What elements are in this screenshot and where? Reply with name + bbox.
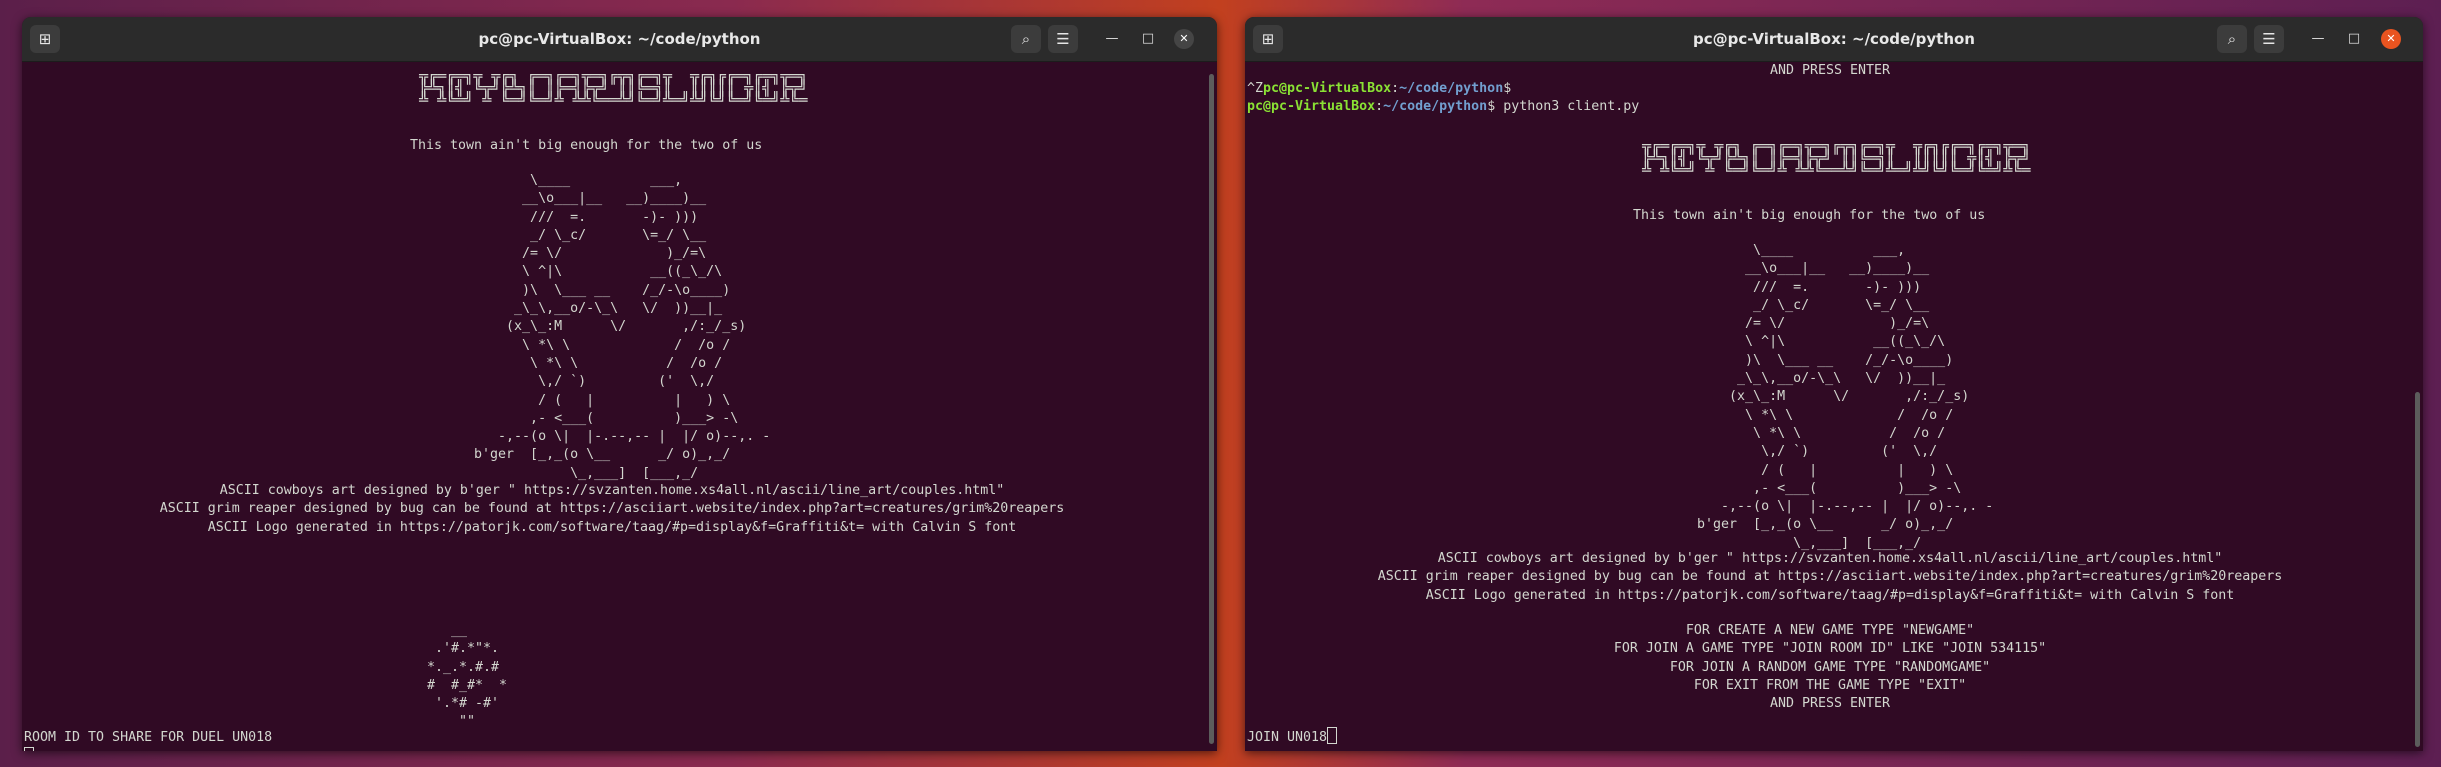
ascii-dust-art: __ .'#.*"*. *._.*.#.# # #_#* * '.*# -#' … [427,623,508,730]
prompt-line-1: ^Zpc@pc-VirtualBox:~/code/python$ [1247,81,1520,96]
credit-reaper: ASCII grim reaper designed by bug can be… [159,501,1065,517]
credit-logo: ASCII Logo generated in https://patorjk.… [207,519,1017,535]
terminal-output[interactable]: ╦╔═╔═╗╦ ╦╔╗ ╔═╗╔═╗╦═╗╔╦╗╔═╗╦ ╦╔╗╔╔═╗╔═╗╦… [22,62,1217,751]
minimize-icon[interactable]: — [1102,29,1122,49]
hamburger-menu-icon[interactable]: ☰ [2254,25,2284,53]
close-icon[interactable]: ✕ [1174,29,1194,49]
menu-exit: FOR EXIT FROM THE GAME TYPE "EXIT" [1693,677,1967,693]
ascii-logo: ╦╔═╔═╗╦ ╦╔╗ ╔═╗╔═╗╦═╗╔╦╗╔═╗╦ ╦╔╗╔╔═╗╔═╗╦… [419,67,808,109]
tagline: This town ain't big enough for the two o… [1633,208,1986,223]
prompt-prefix: ^Z [1247,81,1264,96]
terminal-window-right[interactable]: ⊞ pc@pc-VirtualBox: ~/code/python ⌕ ☰ — … [1245,17,2423,751]
top-line: AND PRESS ENTER [1769,63,1891,78]
search-icon[interactable]: ⌕ [1011,25,1041,53]
tagline: This town ain't big enough for the two o… [410,138,763,153]
maximize-icon[interactable]: □ [1138,29,1158,49]
menu-random: FOR JOIN A RANDOM GAME TYPE "RANDOMGAME" [1669,659,1991,675]
close-icon[interactable]: ✕ [2381,29,2401,49]
search-icon[interactable]: ⌕ [2217,25,2247,53]
terminal-cursor [24,747,34,751]
titlebar[interactable]: ⊞ pc@pc-VirtualBox: ~/code/python ⌕ ☰ — … [1245,17,2423,62]
credit-logo: ASCII Logo generated in https://patorjk.… [1425,587,2235,603]
scrollbar[interactable] [1209,74,1214,744]
titlebar[interactable]: ⊞ pc@pc-VirtualBox: ~/code/python ⌕ ☰ — … [22,17,1217,62]
prompt-user: pc@pc-VirtualBox [1247,99,1376,114]
input-line[interactable]: JOIN UN018 [1247,727,1338,745]
terminal-window-left[interactable]: ⊞ pc@pc-VirtualBox: ~/code/python ⌕ ☰ — … [22,17,1217,751]
ascii-cowboys-art: \____ ___, __\o___|__ __)____)__ /// =. … [474,173,771,481]
input-text[interactable]: JOIN UN018 [1247,730,1327,745]
terminal-output[interactable]: AND PRESS ENTER ^Zpc@pc-VirtualBox:~/cod… [1245,62,2423,751]
menu-press-enter: AND PRESS ENTER [1769,696,1891,712]
prompt-command: python3 client.py [1503,99,1640,114]
prompt-path: ~/code/python [1383,99,1488,114]
menu-join: FOR JOIN A GAME TYPE "JOIN ROOM ID" LIKE… [1613,641,2047,657]
credit-cowboys: ASCII cowboys art designed by b'ger " ht… [1437,551,2223,566]
prompt-user: pc@pc-VirtualBox [1263,81,1392,96]
ascii-logo: ╦╔═╔═╗╦ ╦╔╗ ╔═╗╔═╗╦═╗╔╦╗╔═╗╦ ╦╔╗╔╔═╗╔═╗╦… [1642,137,2031,179]
prompt-path: ~/code/python [1399,81,1504,96]
ascii-cowboys-art: \____ ___, __\o___|__ __)____)__ /// =. … [1697,243,1994,551]
hamburger-menu-icon[interactable]: ☰ [1048,25,1078,53]
menu-newgame: FOR CREATE A NEW GAME TYPE "NEWGAME" [1685,623,1975,638]
scrollbar[interactable] [2415,392,2420,747]
credit-cowboys: ASCII cowboys art designed by b'ger " ht… [219,483,1005,498]
minimize-icon[interactable]: — [2308,29,2328,49]
maximize-icon[interactable]: □ [2344,29,2364,49]
terminal-cursor [1327,727,1338,744]
game-menu: FOR CREATE A NEW GAME TYPE "NEWGAME" FOR… [1245,622,2415,713]
credit-reaper: ASCII grim reaper designed by bug can be… [1377,569,2283,585]
prompt-line-2: pc@pc-VirtualBox:~/code/python$ python3 … [1247,99,1640,114]
room-id-message: ROOM ID TO SHARE FOR DUEL UN018 [24,730,273,745]
